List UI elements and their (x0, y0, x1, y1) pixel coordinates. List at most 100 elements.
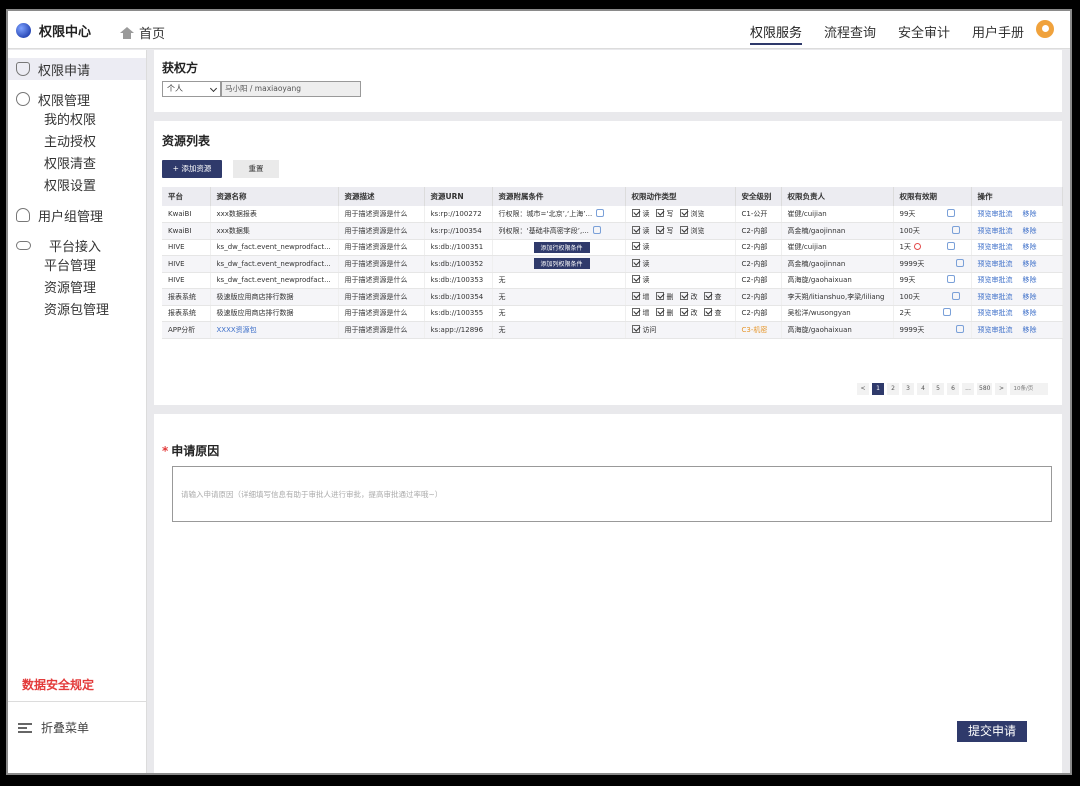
remove-link[interactable]: 移除 (1023, 293, 1037, 301)
sidebar-item-my-permissions[interactable]: 我的权限 (8, 110, 146, 132)
edit-icon[interactable] (592, 225, 601, 234)
preview-approval-link[interactable]: 预览审批流 (978, 276, 1013, 284)
pager-page-button[interactable]: 1 (872, 383, 884, 395)
permission-checkbox[interactable]: 读 (631, 225, 650, 235)
preview-approval-link[interactable]: 预览审批流 (978, 309, 1013, 317)
remove-link[interactable]: 移除 (1023, 326, 1037, 334)
reason-textarea[interactable]: 请输入申请原因（详细填写信息有助于审批人进行审批，提高审批通过率哦~） (172, 466, 1052, 522)
permission-checkbox[interactable]: 写 (655, 225, 674, 235)
cell-owner-text: 高海旋/gaohaixuan (787, 325, 852, 334)
nav-process-query[interactable]: 流程查询 (824, 22, 876, 45)
edit-icon[interactable] (596, 209, 605, 217)
submit-button[interactable]: 提交申请 (957, 721, 1027, 742)
edit-icon[interactable] (951, 291, 960, 300)
pager-page-button[interactable]: 5 (932, 383, 944, 395)
nav-permission-service[interactable]: 权限服务 (749, 22, 802, 45)
reset-button[interactable]: 重置 (233, 160, 279, 178)
remove-link[interactable]: 移除 (1023, 243, 1037, 251)
pager-last-page-button[interactable]: 580 (977, 383, 993, 395)
cell-desc: 用于描述资源是什么 (338, 305, 425, 322)
add-condition-button[interactable]: 添加行权限条件 (533, 241, 590, 253)
permission-checkbox[interactable]: 查 (703, 308, 722, 317)
sidebar-item-resource-manage[interactable]: 资源管理 (8, 278, 146, 300)
remove-link[interactable]: 移除 (1023, 276, 1037, 284)
sidebar-item-platform[interactable]: 平台接入 (8, 234, 146, 256)
cell-platform-text: HIVE (168, 259, 185, 268)
preview-approval-link[interactable]: 预览审批流 (978, 210, 1013, 218)
sidebar-item-user-groups[interactable]: 用户组管理 (8, 204, 146, 226)
add-condition-button[interactable]: 添加列权限条件 (533, 258, 590, 270)
permission-checkbox[interactable]: 增 (631, 308, 650, 317)
pager-next-button[interactable]: > (995, 383, 1008, 395)
permission-checkbox[interactable]: 浏览 (679, 225, 705, 235)
pager-page-button[interactable]: 4 (917, 383, 929, 395)
permission-checkbox[interactable]: 改 (679, 291, 698, 301)
cell-owner-text: 崔健/cuijian (787, 243, 827, 252)
nav-user-manual[interactable]: 用户手册 (972, 22, 1024, 45)
edit-icon[interactable] (956, 324, 965, 333)
app-logo[interactable]: 权限中心 (16, 21, 91, 40)
edit-icon[interactable] (947, 275, 956, 284)
cell-conditions: 无 (492, 272, 626, 289)
sidebar-item-permission-settings[interactable]: 权限设置 (8, 176, 146, 198)
pager-page-button[interactable]: 2 (887, 383, 899, 395)
sidebar-item-permission-audit[interactable]: 权限清查 (8, 154, 146, 176)
sidebar-item-platform-manage[interactable]: 平台管理 (8, 256, 146, 278)
data-security-rule-link[interactable]: 数据安全规定 (22, 676, 94, 693)
sidebar-item-active-grant[interactable]: 主动授权 (8, 132, 146, 154)
permission-checkbox[interactable]: 读 (631, 275, 650, 285)
remove-link[interactable]: 移除 (1023, 227, 1037, 235)
preview-approval-link[interactable]: 预览审批流 (978, 326, 1013, 334)
edit-icon[interactable] (946, 242, 955, 251)
grantee-type-select[interactable]: 个人 (162, 81, 221, 97)
cell-expire-text: 2天 (899, 309, 911, 318)
edit-icon[interactable] (942, 308, 951, 317)
remove-link[interactable]: 移除 (1023, 210, 1037, 218)
permission-checkbox[interactable]: 写 (655, 209, 674, 218)
add-resource-button[interactable]: + 添加资源 (162, 160, 222, 178)
reason-panel: * 申请原因 请输入申请原因（详细填写信息有助于审批人进行审批，提高审批通过率哦~… (154, 414, 1062, 773)
permission-checkbox[interactable]: 浏览 (679, 209, 705, 218)
pager-ellipsis[interactable]: ... (962, 383, 974, 395)
preview-approval-link[interactable]: 预览审批流 (978, 260, 1013, 268)
permission-checkbox[interactable]: 访问 (631, 324, 657, 334)
nav-security-audit[interactable]: 安全审计 (898, 22, 950, 45)
preview-approval-link[interactable]: 预览审批流 (978, 243, 1013, 251)
preview-approval-link[interactable]: 预览审批流 (978, 227, 1013, 235)
sidebar-item-apply[interactable]: 权限申请 (8, 58, 146, 80)
permission-checkbox[interactable]: 删 (655, 291, 674, 301)
permission-checkbox[interactable]: 读 (631, 209, 650, 218)
permission-checkbox[interactable]: 删 (655, 308, 674, 317)
sidebar-item-package-manage[interactable]: 资源包管理 (8, 300, 146, 322)
permission-label: 写 (666, 210, 674, 218)
permission-checkbox[interactable]: 增 (631, 291, 650, 301)
edit-icon[interactable] (956, 258, 965, 267)
page-size-select[interactable]: 10条/页 (1010, 383, 1049, 395)
pager-page-button[interactable]: 6 (947, 383, 959, 395)
cell-platform-text: HIVE (168, 243, 185, 252)
remove-link[interactable]: 移除 (1023, 309, 1037, 317)
collapse-menu-button[interactable]: 折叠菜单 (18, 719, 89, 736)
permission-checkbox[interactable]: 读 (631, 242, 650, 251)
pager-page-button[interactable]: 3 (902, 383, 914, 395)
cell-perms: 读 (625, 239, 736, 256)
permission-checkbox[interactable]: 读 (631, 258, 650, 268)
permission-checkbox[interactable]: 改 (679, 308, 698, 317)
remove-link[interactable]: 移除 (1023, 260, 1037, 268)
sidebar-item-manage[interactable]: 权限管理 (8, 88, 146, 110)
chevron-down-icon (209, 84, 218, 93)
cell-owner-text: 高金楠/gaojinnan (787, 259, 846, 268)
cell-name-text: 极速版应用商店排行数据 (216, 309, 294, 318)
edit-icon[interactable] (947, 209, 956, 217)
edit-icon[interactable] (951, 225, 960, 234)
home-link[interactable]: 首页 (120, 23, 165, 42)
cell-level-text: C2-内部 (741, 259, 768, 268)
cell-platform: KwaiBI (162, 206, 211, 223)
permission-checkbox[interactable]: 查 (703, 291, 722, 301)
permission-label: 读 (642, 276, 650, 285)
permission-label: 浏览 (690, 210, 705, 218)
user-avatar[interactable] (1036, 20, 1054, 38)
preview-approval-link[interactable]: 预览审批流 (978, 293, 1013, 301)
grantee-name-field[interactable]: 马小阳 / maxiaoyang (221, 81, 361, 97)
pager-prev-button[interactable]: < (857, 383, 869, 395)
